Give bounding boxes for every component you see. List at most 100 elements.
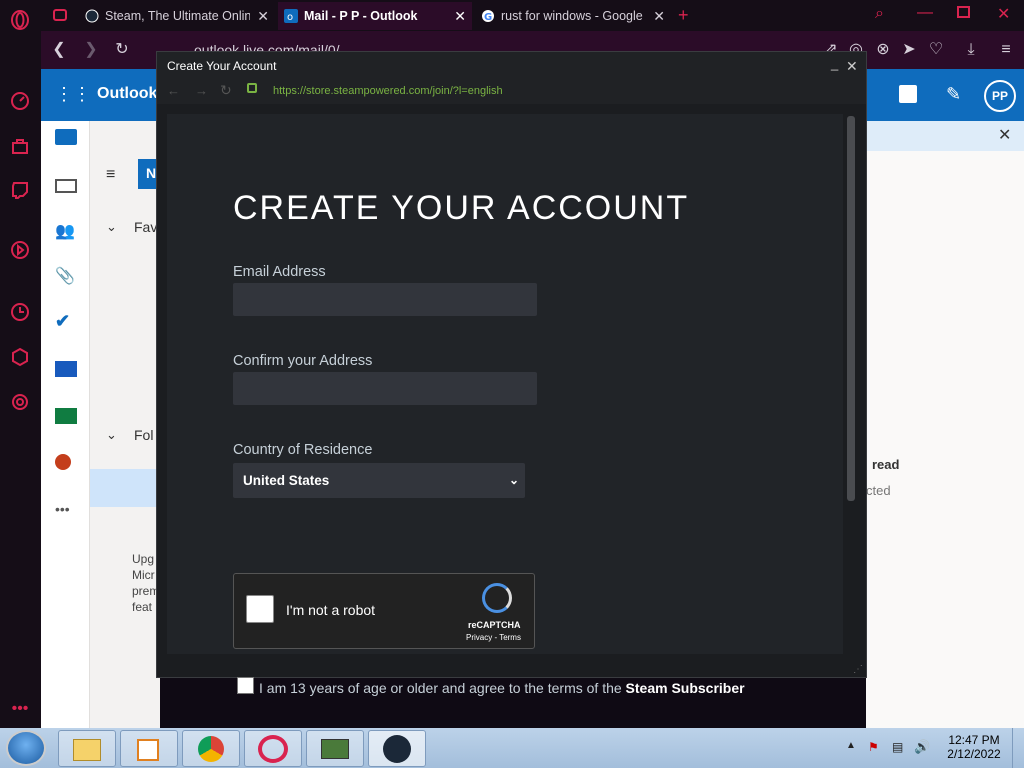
recaptcha-logo-icon [482, 583, 512, 613]
show-desktop-button[interactable] [1012, 728, 1024, 768]
outlook-icon: o [284, 9, 298, 23]
close-icon[interactable]: ✕ [998, 125, 1011, 145]
popup-urlbar: ← → ↻ https://store.steampowered.com/joi… [157, 78, 866, 104]
steam-icon [85, 9, 99, 23]
todo-icon[interactable]: ✎ [946, 84, 961, 105]
word-icon[interactable] [55, 361, 77, 377]
clock[interactable]: 12:47 PM 2/12/2022 [942, 733, 1006, 761]
opera-taskbar-button[interactable] [244, 730, 302, 767]
close-icon[interactable]: ✕ [653, 8, 665, 25]
new-tab-button[interactable]: + [678, 5, 689, 26]
close-icon[interactable]: ✕ [454, 8, 466, 25]
chrome-icon [198, 736, 224, 762]
people-icon[interactable]: 👥 [55, 221, 77, 243]
start-button[interactable] [6, 730, 46, 766]
chevron-down-icon[interactable]: ⌄ [106, 427, 117, 443]
recaptcha-checkbox[interactable] [246, 595, 274, 623]
country-label: Country of Residence [233, 442, 373, 458]
subscriber-agreement-link[interactable]: Steam Subscriber [626, 680, 745, 696]
reload-icon[interactable]: ↻ [112, 40, 132, 60]
popup-content: CREATE YOUR ACCOUNT Email Address Confir… [167, 114, 843, 696]
monitor-icon [321, 739, 349, 759]
resize-grip-icon[interactable]: ⋰ [853, 664, 863, 675]
recaptcha-links[interactable]: Privacy - Terms [466, 633, 521, 642]
mail-icon[interactable] [55, 129, 77, 145]
google-icon: G [482, 10, 494, 23]
explorer-taskbar-button[interactable] [58, 730, 116, 767]
excel-icon[interactable] [55, 408, 77, 424]
network-icon[interactable]: ▤ [892, 740, 903, 754]
more-icon[interactable]: ••• [8, 697, 32, 721]
inbox-item[interactable] [90, 469, 160, 507]
teams-icon[interactable] [899, 85, 917, 103]
outlook-reading-pane: read cted [866, 121, 1024, 728]
flag-icon[interactable]: ⚑ [868, 740, 879, 754]
email-field[interactable] [233, 283, 537, 316]
chrome-taskbar-button[interactable] [182, 730, 240, 767]
opera-icon [258, 735, 288, 763]
chevron-down-icon: ⌄ [508, 473, 519, 487]
popup-url-text[interactable]: https://store.steampowered.com/join/?l=e… [273, 85, 503, 97]
close-icon[interactable]: ✕ [257, 8, 269, 25]
tab-outlook[interactable]: o Mail - P P - Outlook ✕ [278, 2, 472, 30]
search-icon[interactable]: ⌕ [875, 5, 884, 23]
country-select[interactable]: United States ⌄ [233, 463, 525, 498]
close-icon[interactable]: ✕ [846, 52, 858, 80]
send-icon[interactable]: ➤ [899, 40, 919, 60]
speed-dial-icon[interactable] [8, 89, 32, 113]
recaptcha-widget: I'm not a robot reCAPTCHA Privacy - Term… [233, 573, 535, 649]
more-apps-icon[interactable]: ••• [55, 501, 77, 523]
back-icon[interactable]: ❮ [49, 40, 69, 60]
folders-label[interactable]: Fol [134, 427, 153, 443]
workspace-icon[interactable] [53, 9, 67, 21]
app-taskbar-button[interactable] [306, 730, 364, 767]
age-checkbox[interactable] [237, 677, 254, 694]
history-icon[interactable] [8, 300, 32, 324]
back-icon[interactable]: ← [167, 83, 180, 98]
tab-google[interactable]: G rust for windows - Google ✕ [475, 2, 671, 30]
forward-icon[interactable]: → [195, 83, 208, 98]
taskbar: ▲ ⚑ ▤ 🔊 12:47 PM 2/12/2022 [0, 728, 1024, 768]
app-launcher-icon[interactable]: ⋮⋮ [55, 84, 91, 105]
hamburger-icon[interactable]: ≡ [106, 166, 115, 184]
adblock-icon[interactable]: ⊗ [873, 40, 893, 60]
outlook-title[interactable]: Outlook [97, 85, 157, 103]
restore-icon[interactable] [957, 6, 970, 18]
settings-icon[interactable] [8, 390, 32, 414]
email-label: Email Address [233, 264, 326, 280]
tray-expand-icon[interactable]: ▲ [846, 740, 856, 751]
tab-steam[interactable]: Steam, The Ultimate Online ✕ [79, 2, 275, 30]
forward-icon[interactable]: ❯ [81, 40, 101, 60]
country-value: United States [243, 473, 330, 488]
folder-icon [73, 739, 101, 761]
recaptcha-label: I'm not a robot [286, 602, 376, 618]
tab-label: Mail - P P - Outlook [304, 9, 418, 23]
reload-icon[interactable]: ↻ [220, 82, 232, 99]
attach-icon[interactable]: 📎 [55, 266, 77, 288]
calendar-icon[interactable] [55, 179, 77, 193]
favorites-label[interactable]: Fav [134, 219, 157, 235]
media-taskbar-button[interactable] [120, 730, 178, 767]
reading-pane-subtext: cted [866, 483, 891, 498]
steam-taskbar-button[interactable] [368, 730, 426, 767]
player-icon[interactable] [8, 238, 32, 262]
minimize-icon[interactable]: _ [831, 50, 838, 78]
volume-icon[interactable]: 🔊 [914, 739, 930, 755]
avatar[interactable]: PP [984, 80, 1016, 112]
heart-icon[interactable]: ♡ [926, 40, 946, 60]
minimize-icon[interactable]: — [917, 4, 933, 22]
confirm-email-label: Confirm your Address [233, 353, 373, 369]
download-icon[interactable]: ⤓ [961, 40, 981, 60]
menu-icon[interactable]: ≡ [996, 40, 1016, 60]
chevron-down-icon[interactable]: ⌄ [106, 219, 117, 235]
scrollbar[interactable] [847, 116, 855, 501]
opera-logo-icon[interactable] [8, 8, 32, 32]
lock-icon [247, 83, 257, 93]
twitch-icon[interactable] [8, 178, 32, 202]
check-icon[interactable]: ✔ [55, 311, 77, 333]
bag-icon[interactable] [8, 134, 32, 158]
cube-icon[interactable] [8, 345, 32, 369]
close-window-icon[interactable]: ✕ [997, 4, 1010, 24]
powerpoint-icon[interactable] [55, 454, 71, 470]
confirm-email-field[interactable] [233, 372, 537, 405]
